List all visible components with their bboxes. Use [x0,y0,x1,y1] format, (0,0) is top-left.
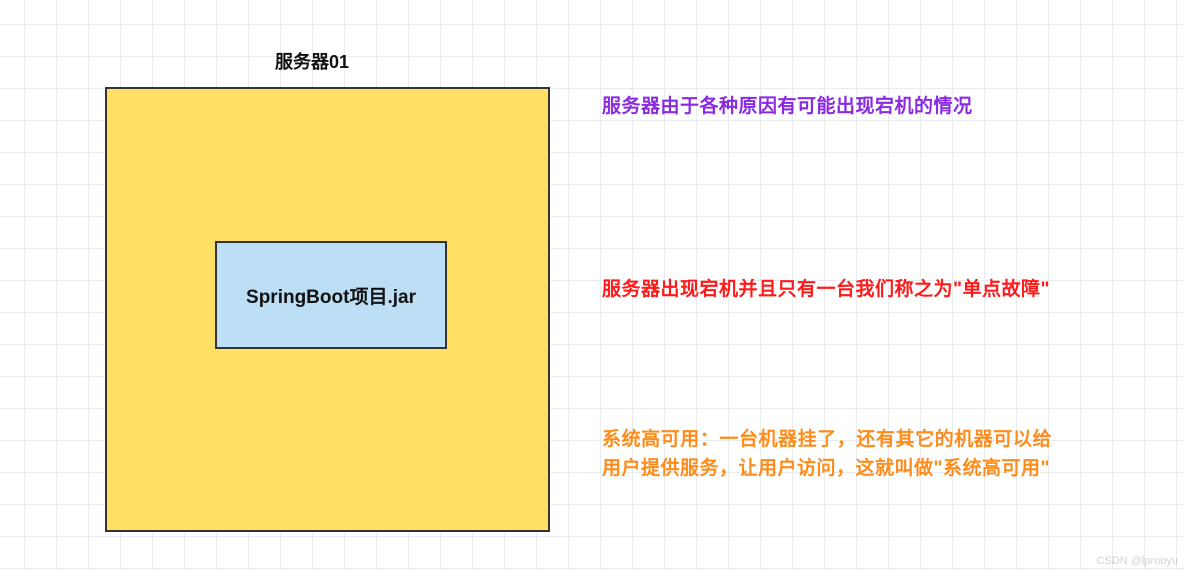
watermark: CSDN @lpruoyu [1097,555,1178,567]
jar-label: SpringBoot项目.jar [246,282,416,309]
note-crash-reason: 服务器由于各种原因有可能出现宕机的情况 [602,92,1052,121]
note-single-point-failure: 服务器出现宕机并且只有一台我们称之为"单点故障" [602,275,1052,304]
server-title: 服务器01 [275,48,349,74]
note-high-availability: 系统高可用：一台机器挂了，还有其它的机器可以给用户提供服务，让用户访问，这就叫做… [602,425,1052,484]
springboot-jar-box: SpringBoot项目.jar [215,241,447,349]
